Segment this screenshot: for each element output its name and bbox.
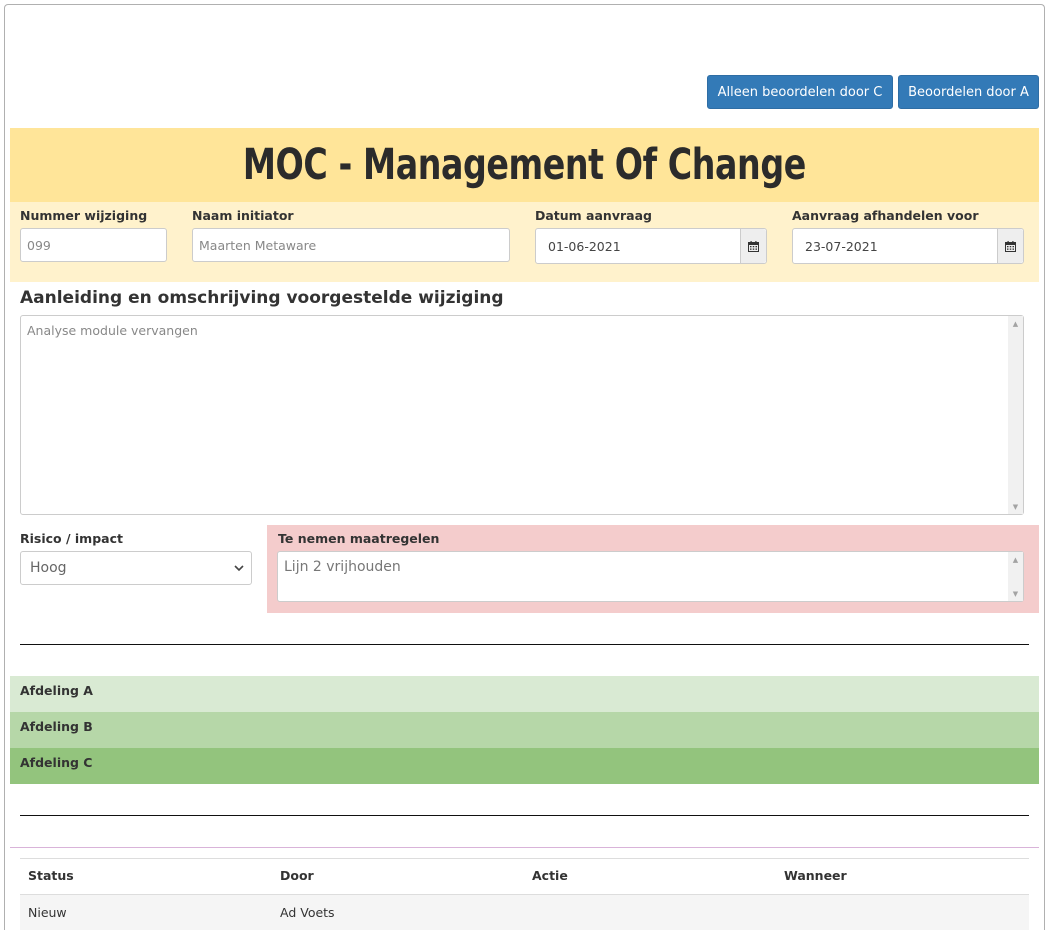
- page-title: MOC - Management Of Change: [242, 140, 807, 190]
- description-textarea[interactable]: Analyse module vervangen ▲ ▼: [20, 315, 1024, 515]
- initiator-label: Naam initiator: [192, 208, 294, 223]
- request-date-field[interactable]: 01-06-2021: [535, 228, 767, 264]
- risk-label: Risico / impact: [20, 531, 123, 546]
- history-header-action: Actie: [532, 868, 568, 883]
- department-b-row[interactable]: Afdeling B: [10, 712, 1039, 748]
- calendar-icon[interactable]: [740, 229, 766, 263]
- history-header-status: Status: [28, 868, 74, 883]
- risk-select[interactable]: Hoog: [20, 551, 252, 585]
- measures-panel: Te nemen maatregelen Lijn 2 vrijhouden ▲…: [267, 525, 1039, 613]
- scroll-down-icon[interactable]: ▼: [1008, 586, 1023, 601]
- divider: [20, 815, 1029, 816]
- scroll-up-icon[interactable]: ▲: [1008, 552, 1023, 567]
- description-placeholder: Analyse module vervangen: [27, 323, 198, 338]
- scroll-down-icon[interactable]: ▼: [1008, 499, 1023, 514]
- request-date-label: Datum aanvraag: [535, 208, 652, 223]
- measures-placeholder: Lijn 2 vrijhouden: [284, 559, 401, 575]
- number-field[interactable]: 099: [20, 228, 167, 262]
- scroll-up-icon[interactable]: ▲: [1008, 316, 1023, 331]
- history-table-border: [20, 858, 1029, 859]
- request-info-panel: Nummer wijziging 099 Naam initiator Maar…: [10, 202, 1039, 282]
- history-header-when: Wanneer: [784, 868, 847, 883]
- history-cell-by: Ad Voets: [280, 905, 335, 920]
- department-a-row[interactable]: Afdeling A: [10, 676, 1039, 712]
- department-c-row[interactable]: Afdeling C: [10, 748, 1039, 784]
- risk-selected-value: Hoog: [30, 560, 67, 576]
- title-banner: MOC - Management Of Change: [10, 128, 1039, 202]
- handle-before-field[interactable]: 23-07-2021: [792, 228, 1024, 264]
- description-scrollbar[interactable]: ▲ ▼: [1008, 316, 1023, 514]
- measures-scrollbar[interactable]: ▲ ▼: [1008, 552, 1023, 601]
- review-by-a-button[interactable]: Beoordelen door A: [898, 75, 1039, 109]
- description-title: Aanleiding en omschrijving voorgestelde …: [20, 288, 504, 308]
- chevron-down-icon: [234, 565, 244, 572]
- history-header-by: Door: [280, 868, 314, 883]
- handle-before-label: Aanvraag afhandelen voor: [792, 208, 979, 223]
- measures-textarea[interactable]: Lijn 2 vrijhouden ▲ ▼: [277, 551, 1024, 602]
- request-date-value: 01-06-2021: [548, 238, 621, 254]
- history-cell-status: Nieuw: [28, 905, 67, 920]
- calendar-icon[interactable]: [997, 229, 1023, 263]
- initiator-field[interactable]: Maarten Metaware: [192, 228, 510, 262]
- number-label: Nummer wijziging: [20, 208, 148, 223]
- history-divider: [10, 847, 1039, 848]
- review-by-c-button[interactable]: Alleen beoordelen door C: [707, 75, 893, 109]
- measures-label: Te nemen maatregelen: [278, 531, 440, 546]
- divider: [20, 644, 1029, 645]
- table-row: [20, 894, 1029, 930]
- handle-before-value: 23-07-2021: [805, 238, 878, 254]
